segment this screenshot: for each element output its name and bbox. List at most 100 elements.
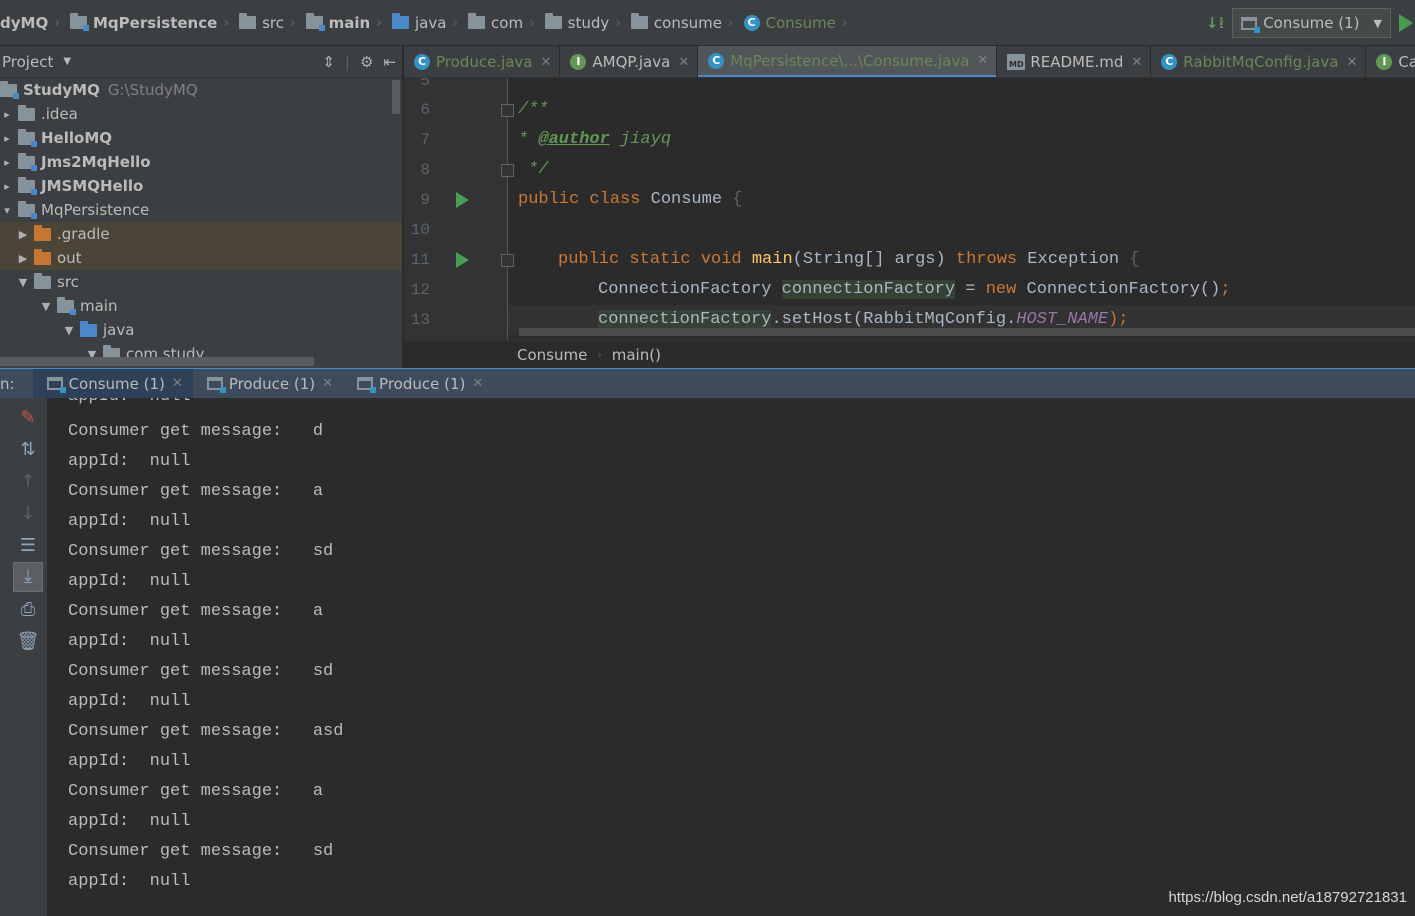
console-line: appId: null <box>68 812 191 831</box>
close-icon[interactable]: ✕ <box>172 376 183 391</box>
soft-wrap-icon[interactable]: ☰ <box>16 534 40 558</box>
run-gutter-icon[interactable] <box>456 192 469 208</box>
arrow-down-icon[interactable]: ↓ <box>16 502 40 526</box>
crumb-class[interactable]: C Consume › <box>743 0 858 45</box>
fold-icon[interactable] <box>501 254 514 267</box>
fold-icon[interactable] <box>501 164 514 177</box>
tree-item-out[interactable]: ▶ out <box>0 246 402 270</box>
chevron-down-icon: ▼ <box>1373 16 1382 30</box>
code-line: 10 <box>410 221 430 239</box>
expand-arrow-icon[interactable]: ▶ <box>16 252 30 265</box>
tree-item-mqpersistence[interactable]: ▾ MqPersistence <box>0 198 402 222</box>
gear-icon[interactable]: ⚙ <box>360 53 373 71</box>
close-icon[interactable]: ✕ <box>977 53 988 68</box>
tree-item-hellomq[interactable]: ▸ HelloMQ <box>0 126 402 150</box>
close-icon[interactable]: ✕ <box>472 376 483 391</box>
tab-produce-java[interactable]: C Produce.java ✕ <box>404 46 561 77</box>
chevron-right-icon: › <box>223 14 230 31</box>
close-icon[interactable]: ✕ <box>1346 55 1357 70</box>
console-line: Consumer get message: a <box>68 602 324 621</box>
folder-icon <box>34 272 51 289</box>
sort-icon[interactable]: ↓⁞ <box>1206 14 1224 32</box>
hide-icon[interactable]: ⇤ <box>383 53 396 71</box>
fold-icon[interactable] <box>501 104 514 117</box>
expand-arrow-icon[interactable]: ▸ <box>0 132 14 145</box>
crumb-main[interactable]: main › <box>305 0 392 45</box>
crumb-java[interactable]: java › <box>391 0 468 45</box>
crumb-module[interactable]: MqPersistence › <box>69 0 239 45</box>
class-icon: C <box>414 54 430 70</box>
run-gutter-icon[interactable] <box>456 252 469 268</box>
code-editor[interactable]: 5 6/** 7 * @author jiayq 8 */ 9 public clas… <box>404 78 1415 340</box>
collapse-arrow-icon[interactable]: ▾ <box>0 204 14 217</box>
console-line: appId: null <box>68 752 191 771</box>
module-folder-icon <box>18 128 37 147</box>
run-config-icon <box>206 377 226 393</box>
tree-item-gradle[interactable]: ▶ .gradle <box>0 222 402 246</box>
collapse-arrow-icon[interactable]: ▼ <box>39 300 53 313</box>
tree-item-main[interactable]: ▼ main <box>0 294 402 318</box>
vertical-scrollbar[interactable] <box>392 80 400 114</box>
class-icon: C <box>1161 54 1178 70</box>
expand-arrow-icon[interactable]: ▶ <box>16 228 30 241</box>
close-icon[interactable]: ✕ <box>322 376 333 391</box>
run-tab-consume[interactable]: Consume (1) ✕ <box>32 368 193 399</box>
excluded-folder-icon <box>34 248 51 265</box>
crumb-consume[interactable]: consume › <box>630 0 744 45</box>
source-folder-icon <box>391 13 409 29</box>
run-tab-produce-2[interactable]: Produce (1) ✕ <box>343 369 493 399</box>
tree-item-studymq[interactable]: StudyMQ G:\StudyMQ <box>0 78 402 102</box>
tree-item-java[interactable]: ▼ java <box>0 318 402 342</box>
chevron-right-icon: › <box>841 14 848 31</box>
code-line: 6/** <box>420 100 549 119</box>
tree-item-src[interactable]: ▼ src <box>0 270 402 294</box>
expand-arrow-icon[interactable]: ▸ <box>0 108 14 121</box>
tab-consume-java[interactable]: C MqPersistence\...\Consume.java ✕ <box>698 46 998 77</box>
console-line: Consumer get message: a <box>68 782 324 801</box>
console-line: appId: null <box>68 872 191 891</box>
expand-arrow-icon[interactable]: ▸ <box>0 180 14 193</box>
breadcrumb-method[interactable]: main() <box>612 346 661 364</box>
crumb-study[interactable]: study › <box>544 0 631 45</box>
navigation-bar: dyMQ › MqPersistence › src › main › java › co… <box>0 0 1415 46</box>
run-tab-produce[interactable]: Produce (1) ✕ <box>193 369 343 399</box>
crumb-project[interactable]: dyMQ › <box>0 0 70 45</box>
chevron-right-icon: › <box>376 14 382 31</box>
tab-amqp-java[interactable]: I AMQP.java ✕ <box>560 46 699 77</box>
run-icon[interactable] <box>1399 14 1413 32</box>
crumb-com[interactable]: com › <box>468 0 545 45</box>
console-line: appId: null <box>68 572 191 591</box>
horizontal-scrollbar[interactable] <box>0 357 314 366</box>
tree-item-idea[interactable]: ▸ .idea <box>0 102 402 126</box>
close-icon[interactable]: ✕ <box>541 55 552 70</box>
project-view-select[interactable]: Project <box>2 53 53 71</box>
chevron-down-icon[interactable]: ▼ <box>63 56 71 67</box>
close-icon[interactable]: ✕ <box>1131 55 1142 70</box>
folder-icon <box>239 13 257 29</box>
tab-rabbitmqconfig-java[interactable]: C RabbitMqConfig.java ✕ <box>1151 46 1367 77</box>
scroll-to-end-icon[interactable]: ⤓ <box>13 562 43 592</box>
tab-cance[interactable]: ICance <box>1366 46 1415 77</box>
horizontal-scrollbar[interactable] <box>519 328 1415 336</box>
console-output[interactable]: appId: null Consumer get message: d appI… <box>49 398 1415 916</box>
chevron-right-icon: › <box>452 14 459 31</box>
arrow-up-icon[interactable]: ↑ <box>16 470 40 494</box>
trash-icon[interactable]: 🗑 <box>16 630 40 654</box>
print-icon[interactable]: ⎙ <box>16 598 40 622</box>
close-icon[interactable]: ✕ <box>678 55 689 70</box>
code-line: 9 public class Consume { <box>420 190 743 209</box>
run-config-icon <box>1241 16 1261 33</box>
collapse-arrow-icon[interactable]: ▼ <box>16 276 30 289</box>
clear-icon[interactable]: ✎ <box>16 406 40 430</box>
expand-arrow-icon[interactable]: ▸ <box>0 156 14 169</box>
tab-readme-md[interactable]: MD README.md ✕ <box>997 46 1152 77</box>
console-line: appId: null <box>68 632 191 651</box>
sort-icon[interactable]: ⇅ <box>16 438 40 462</box>
collapse-icon[interactable]: ⇕ <box>322 53 335 71</box>
collapse-arrow-icon[interactable]: ▼ <box>62 324 76 337</box>
tree-item-jms2mqhello[interactable]: ▸ Jms2MqHello <box>0 150 402 174</box>
tree-item-jmsmqhello[interactable]: ▸ JMSMQHello <box>0 174 402 198</box>
run-config-select[interactable]: Consume (1) ▼ <box>1232 8 1391 38</box>
crumb-src[interactable]: src › <box>239 0 306 45</box>
breadcrumb-class[interactable]: Consume <box>517 346 587 364</box>
